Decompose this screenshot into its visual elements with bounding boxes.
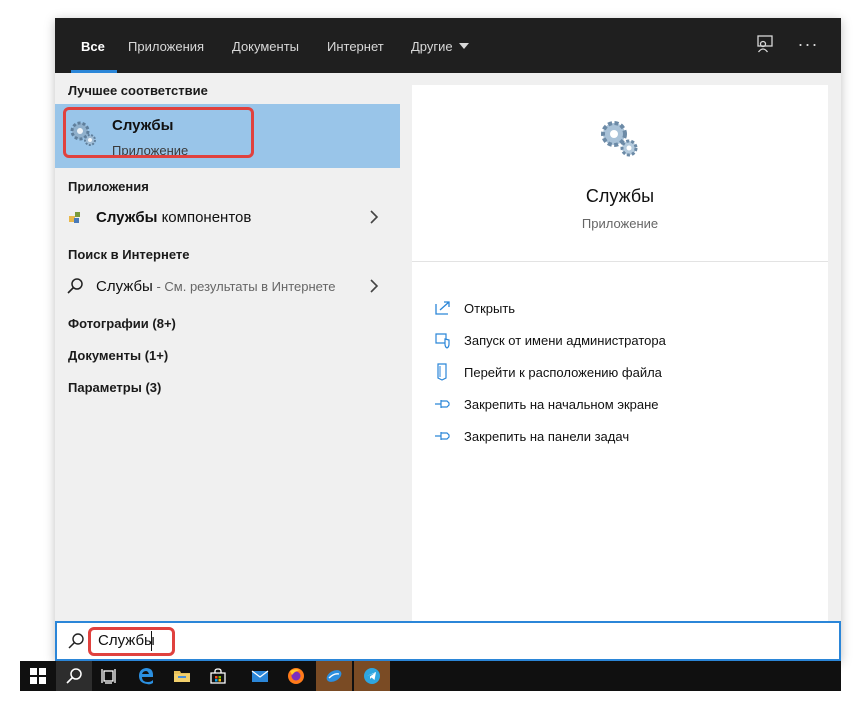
telegram-icon — [364, 668, 380, 684]
search-icon — [68, 633, 84, 649]
action-pin-to-start[interactable]: Закрепить на начальном экране — [434, 395, 814, 417]
action-pin-to-taskbar[interactable]: Закрепить на панели задач — [434, 427, 814, 449]
best-match-item[interactable]: Службы Приложение — [55, 104, 400, 168]
chevron-right-icon[interactable] — [369, 279, 379, 293]
best-match-heading: Лучшее соответствие — [68, 83, 208, 98]
file-location-icon — [437, 363, 447, 381]
preview-pane: Службы Приложение Открыть Запуск от имен… — [412, 85, 828, 621]
start-button[interactable] — [20, 661, 56, 691]
action-open[interactable]: Открыть — [434, 299, 814, 321]
task-view-button[interactable] — [92, 661, 128, 691]
tab-apps[interactable]: Приложения — [128, 18, 204, 73]
tab-internet[interactable]: Интернет — [327, 18, 384, 73]
action-open-file-location-label: Перейти к расположению файла — [464, 365, 662, 380]
search-filter-bar: Все Приложения Документы Интернет Другие… — [55, 18, 841, 73]
mail-icon — [251, 670, 269, 682]
web-result-match: Службы — [96, 278, 153, 295]
feedback-icon[interactable] — [755, 34, 779, 58]
results-pane: Лучшее соответствие Службы Приложение Пр… — [55, 73, 400, 621]
action-run-as-admin-label: Запуск от имени администратора — [464, 333, 666, 348]
action-pin-to-taskbar-label: Закрепить на панели задач — [464, 429, 630, 444]
app-result-component-services[interactable]: Службы компонентов — [55, 201, 400, 233]
tab-documents[interactable]: Документы — [232, 18, 299, 73]
search-box[interactable]: Службы — [55, 621, 841, 661]
divider — [412, 261, 828, 262]
search-icon — [67, 278, 83, 294]
windows-logo-icon — [30, 668, 46, 684]
pin-icon — [435, 400, 450, 408]
edge-icon — [139, 668, 153, 685]
app-result-rest: компонентов — [157, 209, 252, 226]
action-open-file-location[interactable]: Перейти к расположению файла — [434, 363, 814, 385]
start-search-window: Все Приложения Документы Интернет Другие… — [55, 18, 841, 661]
action-open-label: Открыть — [464, 301, 516, 316]
telegram-taskbar-button[interactable] — [354, 661, 390, 691]
running-app-taskbar-button[interactable] — [316, 661, 352, 691]
annotation-highlight — [63, 107, 254, 158]
tab-other[interactable]: Другие — [411, 18, 469, 73]
apps-heading: Приложения — [68, 179, 149, 194]
preview-app-title: Службы — [585, 186, 655, 206]
preview-app-subtitle: Приложение — [581, 216, 659, 231]
services-gear-icon — [601, 121, 638, 157]
mail-taskbar-button[interactable] — [242, 661, 278, 691]
store-taskbar-button[interactable] — [200, 661, 236, 691]
pin-icon — [435, 432, 450, 440]
chevron-down-icon — [458, 43, 469, 49]
category-settings[interactable]: Параметры (3) — [68, 380, 161, 395]
app-result-label: Службы компонентов — [96, 209, 251, 226]
firefox-icon — [288, 668, 304, 684]
search-icon — [66, 668, 82, 684]
shield-icon — [435, 333, 450, 349]
file-explorer-taskbar-button[interactable] — [164, 661, 200, 691]
action-pin-to-start-label: Закрепить на начальном экране — [464, 397, 659, 412]
chevron-right-icon[interactable] — [369, 210, 379, 224]
category-documents[interactable]: Документы (1+) — [68, 348, 168, 363]
app-icon — [326, 670, 342, 682]
tab-all[interactable]: Все — [71, 18, 117, 73]
annotation-highlight — [88, 627, 175, 656]
folder-icon — [174, 671, 190, 682]
tab-other-label: Другие — [411, 39, 453, 54]
edge-taskbar-button[interactable] — [128, 661, 164, 691]
store-icon — [210, 668, 226, 684]
component-services-icon — [69, 212, 80, 223]
firefox-taskbar-button[interactable] — [278, 661, 314, 691]
open-icon — [435, 301, 450, 315]
category-photos[interactable]: Фотографии (8+) — [68, 316, 176, 331]
web-search-result[interactable]: Службы - См. результаты в Интернете — [55, 270, 400, 302]
more-options-icon[interactable]: ··· — [796, 34, 820, 58]
web-result-label: Службы - См. результаты в Интернете — [96, 278, 335, 295]
taskbar-search-button[interactable] — [56, 661, 92, 691]
taskbar — [20, 661, 841, 691]
task-view-icon — [101, 669, 116, 684]
web-result-rest: - См. результаты в Интернете — [152, 279, 336, 294]
action-run-as-admin[interactable]: Запуск от имени администратора — [434, 331, 814, 353]
web-search-heading: Поиск в Интернете — [68, 247, 190, 262]
app-result-match: Службы — [96, 209, 158, 226]
